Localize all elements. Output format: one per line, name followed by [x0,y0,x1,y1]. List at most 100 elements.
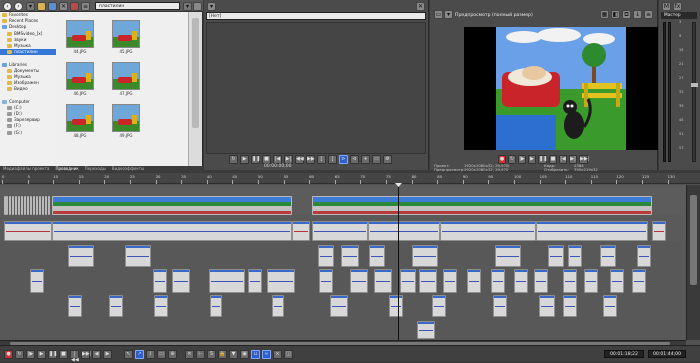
history-dropdown-icon[interactable]: ▾ [26,1,35,11]
pause-icon[interactable]: ❚❚ [251,155,260,164]
video-clip[interactable] [21,196,23,215]
loop-icon[interactable]: ↻ [508,155,516,164]
audio-clip[interactable] [210,295,222,317]
audio-clip[interactable] [4,221,52,241]
record-icon[interactable]: ● [4,350,13,359]
video-clip[interactable] [36,196,38,215]
previous-frame-icon[interactable]: |◀ [559,155,567,164]
audio-clip[interactable] [125,245,151,267]
audio-clip[interactable] [341,245,359,267]
audio-clip[interactable] [534,269,548,293]
audio-clip[interactable] [350,269,368,293]
marker-icon[interactable]: ▼ [229,350,238,359]
audio-clip[interactable] [563,295,577,317]
next-frame-icon[interactable]: ▶ [103,350,112,359]
audio-clip[interactable] [248,269,262,293]
overwrite-icon[interactable]: ⊲ [350,155,359,164]
audio-clip[interactable] [563,269,577,293]
audio-clip[interactable] [412,245,438,267]
audio-clip[interactable] [467,269,481,293]
video-clip[interactable] [24,196,26,215]
delete-icon[interactable]: ✕ [59,1,68,11]
trimmer-source-field[interactable]: [Нет] [206,12,426,20]
audio-clip[interactable] [330,295,348,317]
audio-clip[interactable] [292,221,310,241]
audio-clip[interactable] [68,295,82,317]
group-icon[interactable]: ◫ [284,350,293,359]
audio-clip[interactable] [417,321,435,339]
thumbnail-item[interactable]: 45.JPG [108,18,144,58]
audio-clip[interactable] [389,295,403,317]
copy-snapshot-icon[interactable]: ⧉ [622,10,631,19]
audio-clip[interactable] [318,245,334,267]
audio-clip[interactable] [154,295,168,317]
thumbnail-item[interactable]: 48.JPG [62,102,98,142]
split-screen-icon[interactable]: ◧ [611,10,620,19]
audio-clip[interactable] [267,269,295,293]
selection-length-display[interactable]: 00:01:44;00 [648,350,686,358]
pause-icon[interactable]: ❚❚ [48,350,57,359]
mark-in-icon[interactable]: [ [317,155,326,164]
view-icon[interactable]: ≡ [81,1,90,11]
loop-icon[interactable]: ↻ [15,350,24,359]
docking-tab[interactable]: Переходы [85,166,106,172]
audio-clip[interactable] [369,245,385,267]
audio-clip[interactable] [548,245,564,267]
thumbnail-scrollbar[interactable] [188,12,202,166]
audio-clip[interactable] [652,221,666,241]
audio-clip[interactable] [539,295,555,317]
next-frame-icon[interactable]: ▶| [284,155,293,164]
audio-clip[interactable] [637,245,651,267]
split-icon[interactable]: S [207,350,216,359]
loop-icon[interactable]: ↻ [229,155,238,164]
audio-clip[interactable] [209,269,245,293]
envelope-tool-icon[interactable]: ⌇ [146,350,155,359]
thumbnail-item[interactable]: 49.JPG [108,102,144,142]
current-time-display[interactable]: 00:01:18;22 [604,350,644,358]
audio-clip[interactable] [632,269,646,293]
go-start-icon[interactable]: |◀◀ [70,350,79,363]
audio-clip[interactable] [493,295,507,317]
audio-clip[interactable] [584,269,598,293]
fast-forward-icon[interactable]: ▶▶ [306,155,315,164]
trimmer-view[interactable] [206,22,426,154]
audio-clip[interactable] [319,269,333,293]
playhead-line[interactable] [398,185,399,340]
play-icon[interactable]: ▶ [528,155,536,164]
audio-clip[interactable] [610,269,624,293]
mark-out-icon[interactable]: ] [328,155,337,164]
snap-icon[interactable]: ⊔ [251,350,260,359]
crossfade-icon[interactable]: ⨯ [273,350,282,359]
tree-item[interactable]: (G:) [0,130,56,136]
edit-tool-icon[interactable]: ↖ [124,350,133,359]
preview-quality-label[interactable]: Предпросмотр (полный размер) [455,13,533,18]
thumbnail-item[interactable]: 46.JPG [62,60,98,100]
track-lane[interactable] [0,319,686,341]
stop-icon[interactable]: ■ [262,155,271,164]
video-clip[interactable] [12,196,14,215]
forward-arrow-icon[interactable]: › [14,1,23,11]
docking-tab[interactable]: Медиафайлы проекта [3,166,49,172]
overlay-icon[interactable]: ▦ [600,10,609,19]
video-clip[interactable] [52,196,292,215]
rewind-icon[interactable]: ◀◀ [295,155,304,164]
video-clip[interactable] [45,196,47,215]
video-clip[interactable] [6,196,8,215]
selection-tool-icon[interactable]: ▭ [157,350,166,359]
favorites-icon[interactable] [193,1,202,11]
preview-menu-icon[interactable]: ≡ [644,10,653,19]
go-end-icon[interactable]: ▶▶| [81,350,91,359]
audio-clip[interactable] [495,245,521,267]
video-clip[interactable] [42,196,44,215]
record-icon[interactable] [70,1,79,11]
docking-tab[interactable]: Видеоэффекты [112,166,144,172]
audio-clip[interactable] [172,269,190,293]
video-clip[interactable] [33,196,35,215]
zoom-tool-icon[interactable]: ⊕ [168,350,177,359]
video-clip[interactable] [39,196,41,215]
preview-quality-icon[interactable]: ▾ [444,10,453,19]
refresh-icon[interactable] [48,1,57,11]
trim-icon[interactable]: ⊢ [196,350,205,359]
video-clip[interactable] [48,196,50,215]
audio-clip[interactable] [419,269,437,293]
